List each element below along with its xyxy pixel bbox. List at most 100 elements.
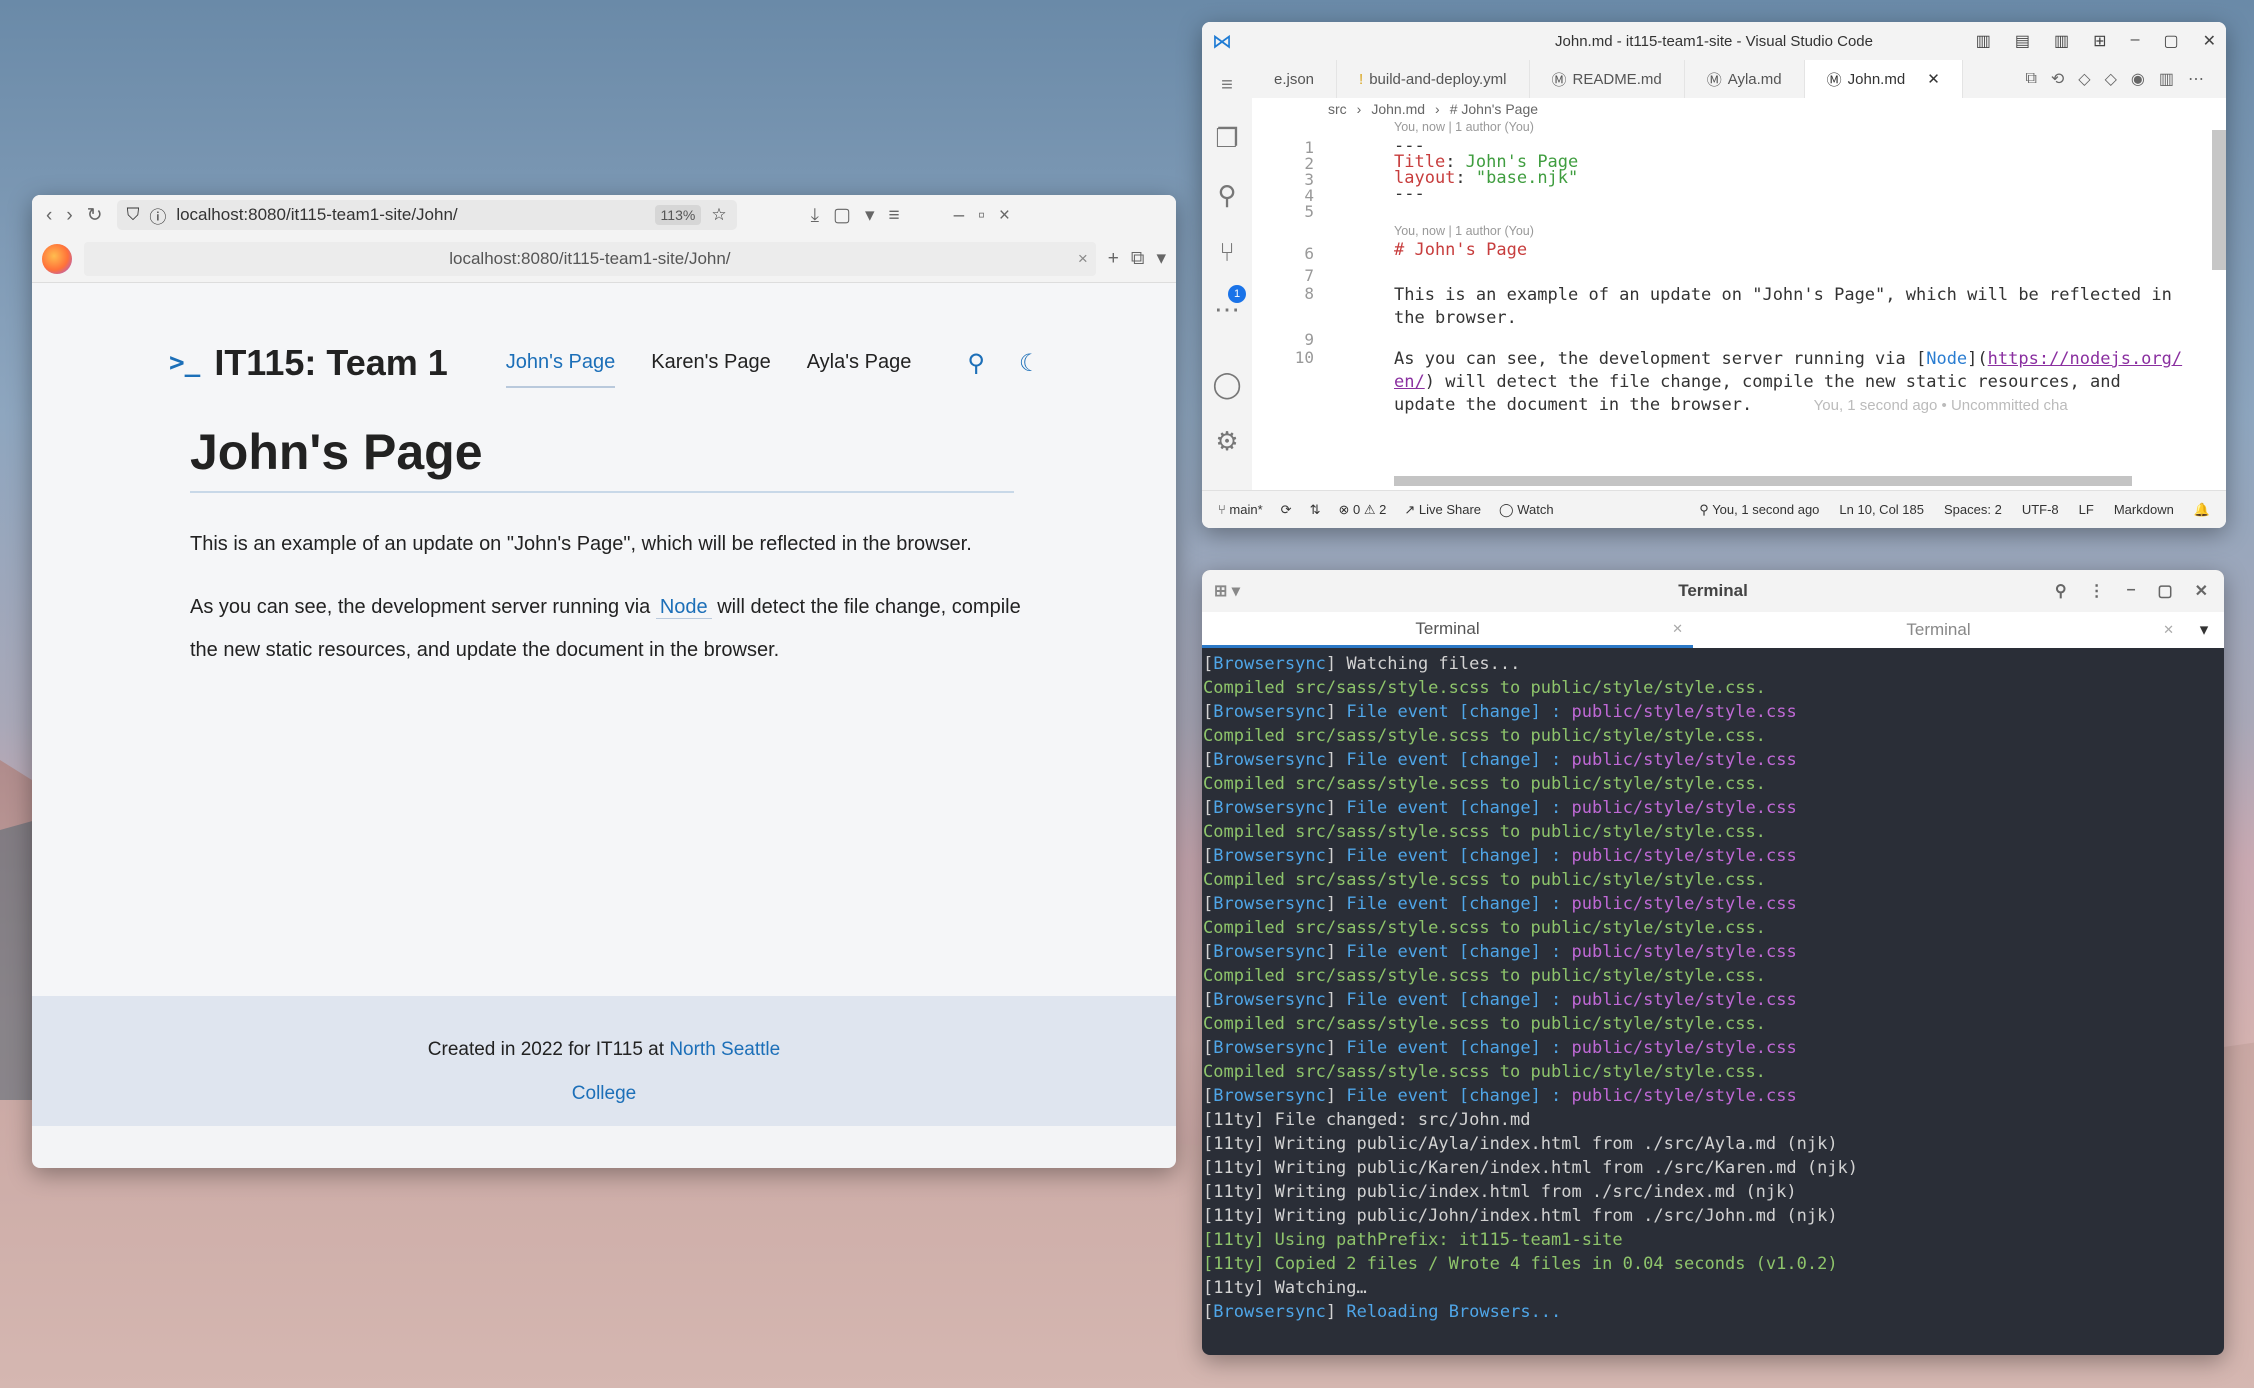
dropdown-icon[interactable]: ▾ [865,206,875,225]
tab-list-icon[interactable]: ▾ [1156,249,1166,268]
terminal-output[interactable]: [Browsersync] Watching files... Compiled… [1202,648,2224,1324]
tab-close-icon[interactable]: × [1078,249,1088,269]
crumb-heading[interactable]: # John's Page [1450,101,1538,117]
p2-text-before: As you can see, the development server r… [190,596,651,618]
watch-status[interactable]: ◯ Watch [1499,502,1554,518]
site-brand[interactable]: >_ IT115: Team 1 [169,342,448,384]
more-actions-icon[interactable]: ⋯ [2188,69,2204,89]
dark-mode-moon-icon[interactable]: ☾ [1019,349,1041,378]
footer-link-college[interactable]: College [572,1083,636,1104]
tab-ayla[interactable]: Ⓜ Ayla.md [1685,60,1805,98]
minimize-icon[interactable]: – [954,206,965,225]
github-icon[interactable]: ⚲ [967,349,985,378]
code-editor[interactable]: You, now | 1 author (You) 1 --- 2 Title: J… [1252,120,2226,490]
menu-icon[interactable]: ⋮ [2089,581,2105,601]
layout-panel-icon[interactable]: ▤ [2015,31,2030,51]
node-link[interactable]: Node [655,596,712,619]
maximize-icon[interactable]: ▢ [2163,31,2178,51]
close-icon[interactable]: ✕ [2203,31,2216,51]
layout-secondary-icon[interactable]: ▥ [2054,31,2069,51]
problems-status[interactable]: ⊗ 0 ⚠ 2 [1338,502,1386,518]
search-icon[interactable]: ⚲ [1217,180,1236,211]
maximize-icon[interactable]: ▢ [2157,581,2172,601]
footer-link-north-seattle[interactable]: North Seattle [669,1039,780,1060]
explorer-icon[interactable]: ❐ [1215,123,1238,154]
tab-build-and-deploy[interactable]: ! build-and-deploy.yml [1337,60,1530,98]
crumb-file[interactable]: John.md [1371,101,1425,117]
codelens-blame[interactable]: You, now | 1 author (You) [1394,224,1534,238]
preview-icon[interactable]: ⧉ [2025,70,2036,88]
tab-close-icon[interactable]: ✕ [2163,622,2174,638]
reload-icon[interactable]: ↻ [87,206,103,225]
horizontal-scrollbar[interactable] [1394,476,2132,486]
zoom-badge[interactable]: 113% [654,205,702,225]
terminal-title: Terminal [1678,581,1748,600]
address-text: localhost:8080/it115-team1-site/John/ [176,205,458,224]
nav-john[interactable]: John's Page [505,351,616,388]
address-bar[interactable]: ⛉ ⓘ localhost:8080/it115-team1-site/John… [116,200,737,230]
menu-icon[interactable]: ≡ [888,206,899,225]
prev-change-icon[interactable]: ◇ [2078,69,2090,89]
shield-icon: ⛉ [126,205,140,224]
open-changes-icon[interactable]: ⟲ [2051,69,2064,89]
star-icon[interactable]: ☆ [711,205,726,225]
eol-status[interactable]: LF [2079,502,2094,518]
crumb-src[interactable]: src [1328,101,1347,117]
language-status[interactable]: Markdown [2114,502,2174,518]
maximize-icon[interactable]: ▫ [978,206,985,225]
publish-icon[interactable]: ⇅ [1310,502,1321,518]
tab-john[interactable]: localhost:8080/it115-team1-site/John/ × [84,241,1096,276]
tab-label: Terminal [1906,620,1971,639]
layout-sidebar-icon[interactable]: ▥ [1976,31,1991,51]
codelens-blame[interactable]: You, now | 1 author (You) [1394,120,1534,134]
settings-gear-icon[interactable]: ⚙ [1215,426,1238,457]
minimap[interactable] [2136,100,2226,410]
blame-icon[interactable]: ◉ [2131,69,2145,89]
extension-icon[interactable]: ▢ [833,206,851,225]
sync-icon[interactable]: ⟳ [1281,502,1292,518]
cursor-position[interactable]: Ln 10, Col 185 [1839,502,1924,518]
live-share-status[interactable]: ↗ Live Share [1404,502,1481,518]
vertical-scrollbar[interactable] [2212,130,2226,270]
nav-ayla[interactable]: Ayla's Page [807,351,912,388]
tab-json[interactable]: e.json [1252,60,1338,98]
close-icon[interactable]: × [999,206,1010,225]
blame-status[interactable]: ⚲ You, 1 second ago [1699,502,1819,518]
terminal-tab-2[interactable]: Terminal ✕ [1693,612,2184,648]
account-icon[interactable]: ◯ [1212,369,1241,400]
nav-karen[interactable]: Karen's Page [651,351,770,388]
breadcrumb: src › John.md › # John's Page [1328,101,1539,117]
indent-status[interactable]: Spaces: 2 [1944,502,2002,518]
terminal-tab-1[interactable]: Terminal ✕ [1202,612,1693,648]
scm-badge: 1 [1228,285,1246,303]
back-icon[interactable]: ‹ [46,206,52,225]
close-icon[interactable]: ✕ [2195,581,2208,601]
new-tab-icon[interactable]: ⊞ ▾ [1214,581,1240,601]
forward-icon[interactable]: › [66,206,72,225]
menu-icon[interactable]: ≡ [1221,74,1233,97]
footer-text: Created in 2022 for IT115 at [427,1039,665,1060]
brand-title: IT115: Team 1 [214,342,448,383]
customize-layout-icon[interactable]: ⊞ [2093,31,2106,51]
bell-icon[interactable]: 🔔 [2194,502,2210,518]
tab-john[interactable]: Ⓜ John.md ✕ [1804,60,1963,98]
tab-readme[interactable]: Ⓜ README.md [1530,60,1685,98]
next-change-icon[interactable]: ◇ [2105,69,2117,89]
minimize-icon[interactable]: – [2127,581,2136,601]
markdown-icon: Ⓜ [1551,71,1567,89]
tab-close-icon[interactable]: ✕ [1927,70,1940,88]
encoding-status[interactable]: UTF-8 [2022,502,2059,518]
page-content: John's Page This is an example of an upd… [32,393,1072,672]
tab-close-icon[interactable]: ✕ [1672,621,1683,637]
firefox-window: ‹ › ↻ ⛉ ⓘ localhost:8080/it115-team1-sit… [32,195,1176,1168]
download-icon[interactable]: ⤓ [811,206,819,225]
tabs-dropdown-icon[interactable]: ▾ [2184,612,2224,648]
new-tab-icon[interactable]: + [1108,249,1119,268]
tab-container-icon[interactable]: ⧉ [1131,249,1145,268]
source-control-icon[interactable]: ⑂ [1219,237,1235,268]
minimize-icon[interactable]: – [2131,31,2140,51]
split-editor-icon[interactable]: ▥ [2159,69,2174,89]
branch-status[interactable]: ⑂ main* [1218,502,1263,517]
code-line: As you can see, the development server r… [1394,349,2183,415]
search-icon[interactable]: ⚲ [2055,581,2067,601]
